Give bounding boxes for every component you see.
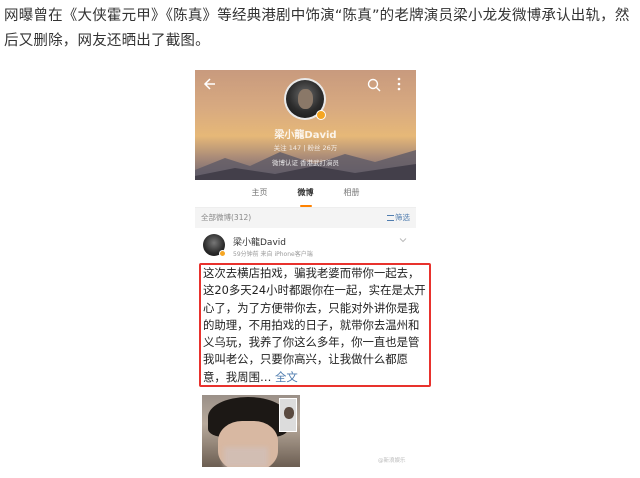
post-verified-badge-icon [219, 250, 226, 257]
filter-button[interactable]: 筛选 [387, 208, 410, 228]
profile-tabs: 主页 微博 相册 [195, 180, 416, 208]
verified-badge-icon [316, 110, 326, 120]
post-count: 全部微博(312) [201, 213, 252, 222]
filter-label: 筛选 [395, 213, 410, 222]
profile-verification: 微博认证 香港武打演员 [271, 159, 340, 167]
post-meta: 59分钟前 来自 iPhone客户端 [233, 251, 313, 258]
back-arrow-icon[interactable] [201, 76, 217, 92]
profile-name: 梁小龍David [274, 130, 337, 141]
chevron-down-icon[interactable] [399, 236, 407, 244]
filter-bar: 全部微博(312) 筛选 [195, 208, 416, 228]
post-text: 这次去横店拍戏，骗我老婆而带你一起去，这20多天24小时都跟你在一起，实在是太开… [203, 265, 428, 386]
tab-album[interactable]: 相册 [329, 180, 375, 207]
read-more-link[interactable]: 全文 [271, 370, 298, 384]
post-author[interactable]: 梁小龍David [233, 235, 286, 248]
tab-home[interactable]: 主页 [237, 180, 283, 207]
post-body: 这次去横店拍戏，骗我老婆而带你一起去，这20多天24小时都跟你在一起，实在是太开… [203, 266, 426, 384]
video-call-inset [279, 398, 297, 432]
more-icon[interactable] [391, 76, 407, 92]
article-paragraph: 网曝曾在《大侠霍元甲》《陈真》等经典港剧中饰演“陈真”的老牌演员梁小龙发微博承认… [4, 8, 630, 49]
profile-cover: 梁小龍David 关注 147 | 粉丝 26万 微博认证 香港武打演员 [195, 70, 416, 180]
profile-stats[interactable]: 关注 147 | 粉丝 26万 [195, 142, 416, 152]
post-image[interactable] [202, 395, 300, 467]
search-icon[interactable] [367, 77, 381, 92]
tab-weibo[interactable]: 微博 [283, 180, 329, 207]
filter-icon [387, 215, 394, 221]
watermark: @新浪娱乐 [378, 458, 406, 464]
